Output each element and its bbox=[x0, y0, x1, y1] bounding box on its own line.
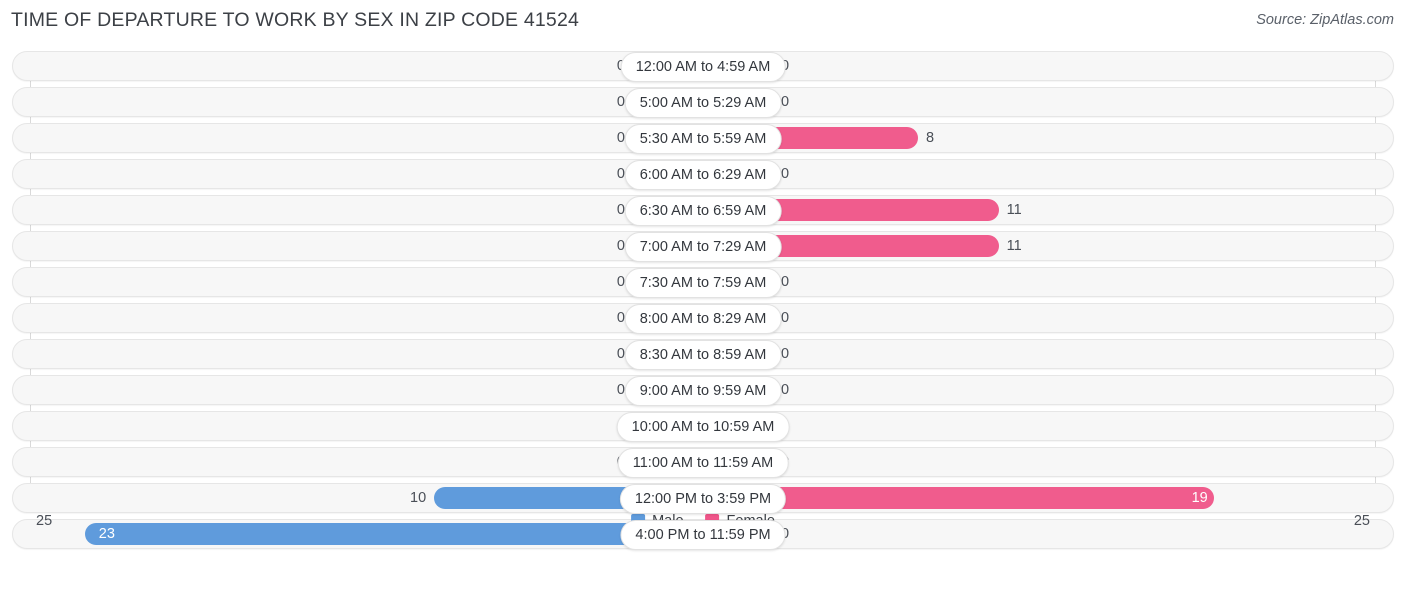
bar-value-female: 0 bbox=[781, 274, 790, 290]
bar-value-male: 0 bbox=[565, 447, 625, 477]
chart-row: 0 8 5:30 AM to 5:59 AM bbox=[0, 123, 1406, 154]
axis-label-right: 25 bbox=[1353, 513, 1370, 529]
row-category-label: 11:00 AM to 11:59 AM bbox=[617, 448, 789, 478]
chart-header: TIME OF DEPARTURE TO WORK BY SEX IN ZIP … bbox=[0, 0, 1406, 44]
page-title: TIME OF DEPARTURE TO WORK BY SEX IN ZIP … bbox=[11, 9, 580, 31]
chart-row: 0010:00 AM to 10:59 AM bbox=[0, 411, 1406, 442]
chart-row: 0 11 7:00 AM to 7:29 AM bbox=[0, 231, 1406, 262]
bar-value-female: 19 bbox=[1191, 490, 1208, 506]
axis-label-left: 25 bbox=[36, 513, 53, 529]
row-category-label: 8:30 AM to 8:59 AM bbox=[624, 340, 782, 370]
chart-row: 0 0 9:00 AM to 9:59 AM bbox=[0, 375, 1406, 406]
bar-value-male: 10 bbox=[410, 490, 427, 506]
row-category-label: 8:00 AM to 8:29 AM bbox=[624, 304, 782, 334]
chart-row: 0 0 6:00 AM to 6:29 AM bbox=[0, 159, 1406, 190]
bar-value-female: 0 bbox=[781, 94, 790, 110]
bar-value-female: 0 bbox=[781, 166, 790, 182]
source-attribution: Source: ZipAtlas.com bbox=[1256, 12, 1394, 28]
row-category-label: 7:00 AM to 7:29 AM bbox=[624, 232, 782, 262]
bar-value-female: 0 bbox=[781, 382, 790, 398]
row-category-label: 6:30 AM to 6:59 AM bbox=[624, 196, 782, 226]
bar-value-male: 0 bbox=[616, 238, 625, 254]
chart-row: 0011:00 AM to 11:59 AM bbox=[0, 447, 1406, 478]
row-category-label: 12:00 PM to 3:59 PM bbox=[619, 484, 787, 514]
row-category-label: 10:00 AM to 10:59 AM bbox=[616, 412, 790, 442]
bar-value-female: 11 bbox=[1006, 238, 1022, 254]
bar-value-male: 0 bbox=[616, 382, 625, 398]
chart-row: 0 11 6:30 AM to 6:59 AM bbox=[0, 195, 1406, 226]
chart-plot-area: 0012:00 AM to 4:59 AM005:00 AM to 5:29 A… bbox=[0, 44, 1406, 550]
bar-value-male: 0 bbox=[616, 202, 625, 218]
row-category-label: 4:00 PM to 11:59 PM bbox=[620, 520, 786, 550]
chart-row: 0 0 8:30 AM to 8:59 AM bbox=[0, 339, 1406, 370]
row-category-label: 12:00 AM to 4:59 AM bbox=[620, 52, 786, 82]
row-category-label: 7:30 AM to 7:59 AM bbox=[624, 268, 782, 298]
bar-value-female: 11 bbox=[1006, 202, 1022, 218]
bar-value-male: 0 bbox=[616, 130, 625, 146]
row-category-label: 5:30 AM to 5:59 AM bbox=[624, 124, 782, 154]
bar-value-male: 0 bbox=[616, 94, 625, 110]
bar-value-female: 0 bbox=[781, 346, 790, 362]
chart-rows: 0012:00 AM to 4:59 AM005:00 AM to 5:29 A… bbox=[0, 51, 1406, 555]
row-category-label: 5:00 AM to 5:29 AM bbox=[624, 88, 782, 118]
bar-value-male: 0 bbox=[616, 274, 625, 290]
bar-value-male: 0 bbox=[616, 346, 625, 362]
chart-row: 0 0 7:30 AM to 7:59 AM bbox=[0, 267, 1406, 298]
bar-value-male: 0 bbox=[565, 51, 625, 81]
chart-row: 0 0 5:00 AM to 5:29 AM bbox=[0, 87, 1406, 118]
row-category-label: 6:00 AM to 6:29 AM bbox=[624, 160, 782, 190]
bar-value-male: 0 bbox=[616, 166, 625, 182]
chart-row: 10 19 12:00 PM to 3:59 PM bbox=[0, 483, 1406, 514]
chart-row: 0012:00 AM to 4:59 AM bbox=[0, 51, 1406, 82]
bar-value-female: 8 bbox=[926, 130, 935, 146]
bar-value-male: 0 bbox=[616, 310, 625, 326]
bar-value-female: 0 bbox=[781, 310, 790, 326]
row-category-label: 9:00 AM to 9:59 AM bbox=[624, 376, 782, 406]
chart-row: 0 0 8:00 AM to 8:29 AM bbox=[0, 303, 1406, 334]
